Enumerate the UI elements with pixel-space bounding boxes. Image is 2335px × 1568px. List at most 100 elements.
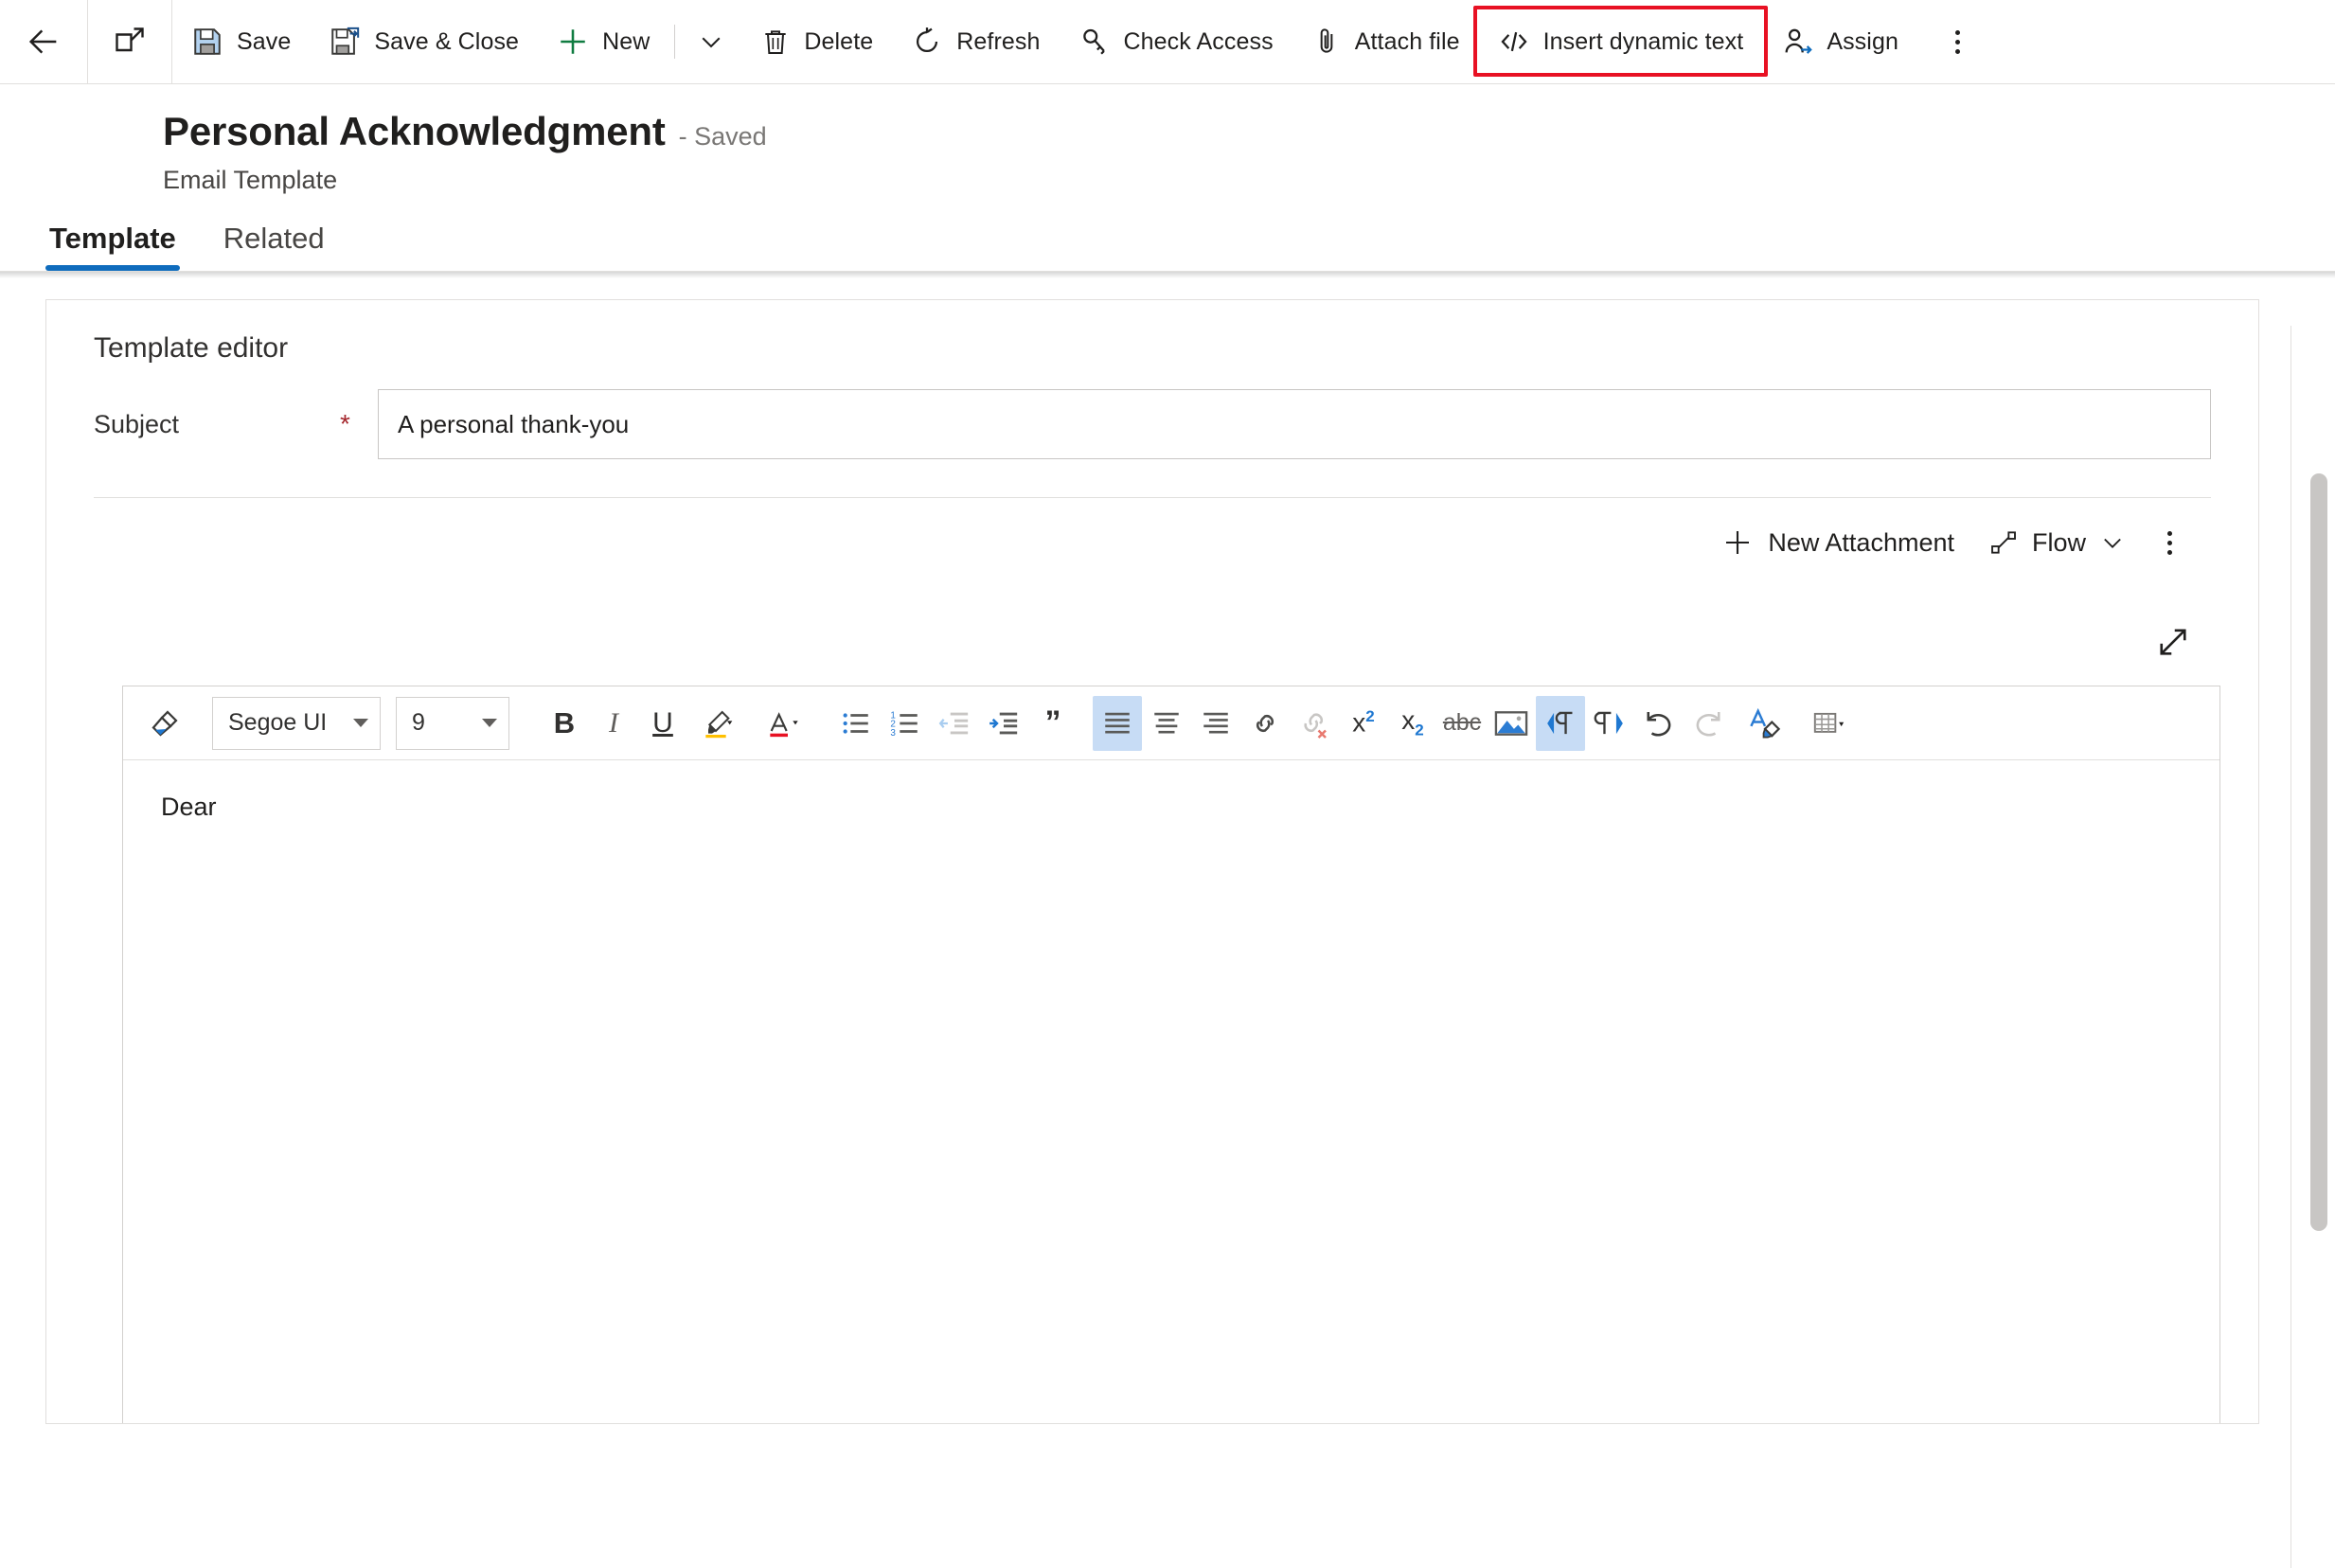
insert-image-button[interactable] (1487, 696, 1536, 751)
undo-button[interactable] (1634, 696, 1684, 751)
required-indicator: * (340, 409, 350, 438)
subgrid-overflow-button[interactable] (2143, 509, 2196, 576)
strikethrough-icon: abc (1442, 709, 1482, 736)
increase-indent-icon (989, 712, 1018, 734)
underline-icon: U (652, 706, 673, 739)
ltr-button[interactable] (1536, 695, 1585, 751)
tab-list: Template Related (0, 195, 2335, 271)
form-content-area: Template editor Subject * A personal tha… (0, 278, 2335, 1424)
format-painter-button[interactable] (133, 696, 197, 751)
increase-indent-button[interactable] (979, 696, 1028, 751)
tab-related[interactable]: Related (220, 222, 329, 271)
undo-icon (1647, 711, 1671, 736)
rtl-button[interactable] (1585, 696, 1634, 751)
save-close-icon (331, 27, 360, 55)
tabs-shadow-divider (0, 271, 2335, 278)
subject-input[interactable]: A personal thank-you (378, 389, 2211, 459)
assign-button-label: Assign (1827, 27, 1898, 55)
highlight-icon (705, 710, 733, 738)
font-color-button[interactable] (752, 696, 816, 751)
bulleted-list-button[interactable] (831, 696, 881, 751)
key-icon (1082, 28, 1105, 55)
svg-text:3: 3 (890, 727, 896, 738)
insert-link-button[interactable] (1240, 696, 1290, 751)
delete-button-label: Delete (804, 27, 874, 55)
paperclip-icon (1320, 28, 1333, 53)
save-status: - Saved (678, 122, 767, 151)
strikethrough-button[interactable]: abc (1437, 696, 1487, 751)
tab-template[interactable]: Template (45, 222, 180, 271)
font-family-select[interactable]: Segoe UI (212, 696, 381, 750)
scrollbar-thumb[interactable] (2310, 473, 2327, 1231)
redo-button[interactable] (1684, 696, 1733, 751)
insert-dynamic-text-button[interactable]: Insert dynamic text (1479, 0, 1763, 83)
subject-label: Subject (94, 409, 180, 438)
editor-expand-row (46, 587, 2258, 686)
new-attachment-button[interactable]: New Attachment (1703, 509, 1971, 576)
command-bar: Save Save & Close New Delete Refresh Che… (0, 0, 2335, 84)
font-size-select[interactable]: 9 (396, 696, 509, 750)
align-right-button[interactable] (1191, 696, 1240, 751)
highlight-button[interactable] (687, 696, 752, 751)
back-button[interactable] (0, 0, 87, 83)
title-row: Personal Acknowledgment - Saved (163, 109, 2335, 154)
remove-link-button[interactable] (1290, 696, 1339, 751)
new-dropdown-button[interactable] (681, 0, 741, 83)
insert-table-button[interactable] (1797, 696, 1862, 751)
plus-icon (561, 29, 585, 54)
chevron-down-icon (2104, 538, 2121, 548)
blockquote-button[interactable]: ” (1028, 696, 1078, 751)
decrease-indent-button[interactable] (930, 696, 979, 751)
superscript-icon: x2 (1352, 707, 1375, 738)
bold-button[interactable]: B (540, 696, 589, 751)
table-icon (1813, 712, 1845, 733)
refresh-icon (917, 27, 938, 53)
link-icon (1256, 714, 1274, 732)
popout-icon (116, 27, 144, 52)
redo-icon (1696, 711, 1720, 736)
attach-file-button[interactable]: Attach file (1292, 0, 1479, 83)
clear-formatting-icon (1750, 707, 1781, 738)
expand-editor-button[interactable] (2150, 619, 2196, 665)
bulleted-list-icon (843, 712, 868, 734)
italic-icon: I (609, 706, 618, 739)
editor-toolbar: Segoe UI 9 B I U 1 2 3 ” x2 x2 abc (123, 686, 2219, 760)
new-attachment-label: New Attachment (1768, 527, 1954, 557)
new-button[interactable]: New (538, 0, 668, 83)
editor-content[interactable]: Dear (123, 760, 2219, 1423)
underline-button[interactable]: U (638, 696, 687, 751)
save-button[interactable]: Save (172, 0, 310, 83)
clear-formatting-button[interactable] (1733, 696, 1797, 751)
command-bar-overflow-button[interactable] (1925, 0, 1991, 83)
flow-button[interactable]: Flow (1971, 509, 2143, 576)
check-access-button[interactable]: Check Access (1060, 0, 1292, 83)
entity-name: Email Template (163, 166, 338, 194)
refresh-button-label: Refresh (956, 27, 1041, 55)
assign-button[interactable]: Assign (1762, 0, 1917, 83)
numbered-list-button[interactable]: 1 2 3 (881, 696, 930, 751)
page-scrollbar[interactable] (2310, 322, 2327, 1568)
more-options-icon (2166, 530, 2172, 555)
chevron-down-icon (482, 719, 497, 727)
font-color-icon (770, 711, 798, 737)
align-left-icon (1105, 712, 1130, 734)
check-access-button-label: Check Access (1123, 27, 1274, 55)
align-left-button[interactable] (1093, 695, 1142, 751)
subject-field-row: Subject * A personal thank-you (46, 389, 2258, 459)
toolbar-divider (674, 25, 676, 59)
left-to-right-icon (1547, 711, 1573, 734)
italic-button[interactable]: I (589, 696, 638, 751)
save-and-close-button[interactable]: Save & Close (310, 0, 538, 83)
delete-button[interactable]: Delete (741, 0, 892, 83)
superscript-button[interactable]: x2 (1339, 696, 1388, 751)
align-center-button[interactable] (1142, 696, 1191, 751)
format-painter-icon (152, 709, 178, 737)
page-title: Personal Acknowledgment (163, 109, 666, 153)
subscript-button[interactable]: x2 (1388, 696, 1437, 751)
image-icon (1494, 710, 1528, 736)
popout-button[interactable] (88, 0, 171, 83)
refresh-button[interactable]: Refresh (892, 0, 1059, 83)
save-and-close-button-label: Save & Close (374, 27, 520, 55)
align-right-icon (1203, 712, 1228, 734)
unlink-icon (1304, 712, 1327, 739)
